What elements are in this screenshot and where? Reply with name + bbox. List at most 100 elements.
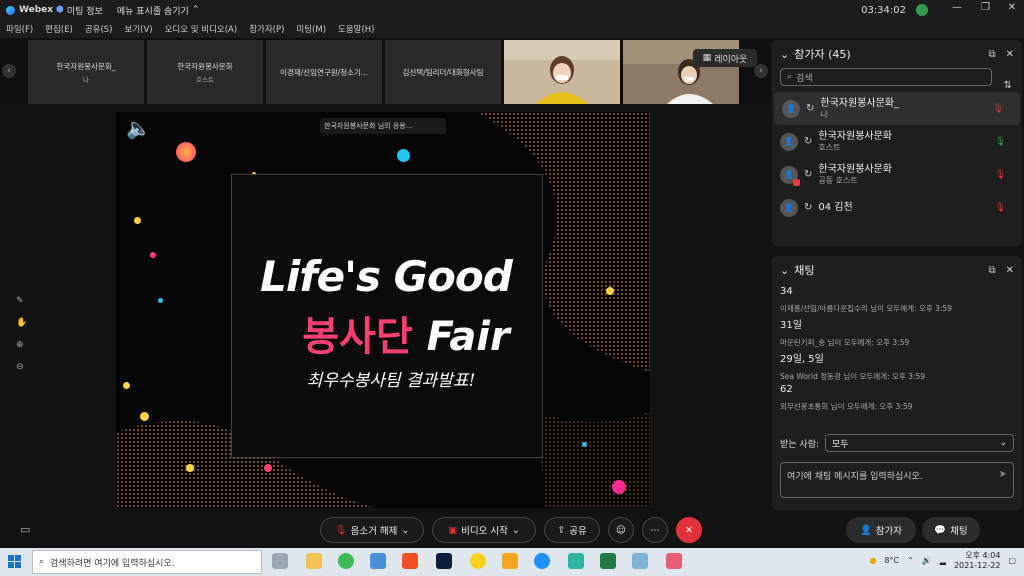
photoshop-icon[interactable] xyxy=(436,553,452,569)
captions-icon[interactable]: ▭ xyxy=(20,523,30,536)
tile-role: 나 xyxy=(83,75,89,84)
popout-icon[interactable]: ⧉ xyxy=(988,265,995,276)
sort-icon[interactable]: ⇅ xyxy=(1004,80,1012,91)
chat-text: 31일 xyxy=(780,320,802,331)
leave-meeting-button[interactable]: ✕ xyxy=(676,517,702,543)
zoom-out-icon[interactable]: ⊖ xyxy=(16,362,27,372)
chrome-icon[interactable] xyxy=(338,553,354,569)
edge-icon[interactable] xyxy=(534,553,550,569)
office-icon[interactable] xyxy=(402,553,418,569)
video-tile[interactable]: 한국자원봉사문화 호스트 xyxy=(147,40,263,104)
chat-messages[interactable]: 34 이재홍/선임/아름다운집수리 님이 모두에게: 오후 3:59 31일 마… xyxy=(772,284,1022,432)
participant-role: 공동 호스트 xyxy=(818,175,858,185)
menu-view[interactable]: 보기(V) xyxy=(125,23,153,35)
taskbar-clock[interactable]: 오후 4:04 2021-12-22 xyxy=(954,551,1001,570)
hide-menu-button[interactable]: 메뉴 표시줄 숨기기 ⌃ xyxy=(117,4,200,17)
layout-grid-icon: ▦ xyxy=(702,53,712,63)
popout-icon[interactable]: ⧉ xyxy=(988,49,995,60)
participant-row[interactable]: 👤 ↻ 한국자원봉사문화_ 나 🎙 xyxy=(774,92,1020,125)
menu-meeting[interactable]: 미팅(M) xyxy=(296,23,326,35)
network-icon[interactable]: ▂ xyxy=(940,556,946,565)
chevron-down-icon: ⌄ xyxy=(511,524,520,536)
share-button[interactable]: ⇪ 공유 xyxy=(544,517,600,543)
menu-edit[interactable]: 편집(E) xyxy=(45,23,73,35)
participant-search-input[interactable]: ⌕ 검색 xyxy=(780,68,992,86)
chat-meta: 이재홍/선임/아름다운집수리 님이 모두에게: 오후 3:59 xyxy=(780,304,952,313)
decor-dot xyxy=(176,142,196,162)
system-tray: ● 8°C ⌃ 🔊 ▂ 오후 4:04 2021-12-22 ▢ xyxy=(869,551,1016,570)
video-tile[interactable]: 김선택/팀리더/대화형사팀 xyxy=(385,40,501,104)
participants-title: 참가자 (45) xyxy=(794,48,851,61)
tile-name: 이경재/선임연구원/청소기... xyxy=(279,67,369,77)
participants-toggle-label: 참가자 xyxy=(875,526,903,537)
decor-dot xyxy=(582,442,587,447)
chevron-up-icon: ⌃ xyxy=(191,5,200,15)
minimize-icon[interactable]: — xyxy=(952,2,962,13)
windows-start-icon[interactable] xyxy=(8,555,22,569)
menu-share[interactable]: 공유(S) xyxy=(85,23,113,35)
layout-button[interactable]: ▦ 레이아웃 xyxy=(693,49,757,67)
hide-menu-label: 메뉴 표시줄 숨기기 xyxy=(116,6,189,17)
recipient-select[interactable]: 모두 ⌄ xyxy=(825,434,1014,452)
chat-message: 마운틴키퍼_송 님이 모두에게: 오후 3:59 29일, 5일 xyxy=(780,337,1014,365)
chat-text: 29일, 5일 xyxy=(780,354,824,365)
video-tile[interactable]: 이경재/선임연구원/청소기... xyxy=(266,40,382,104)
video-tile[interactable]: 한국자원봉사문화_ 나 xyxy=(28,40,144,104)
task-view-icon[interactable] xyxy=(272,553,288,569)
taskbar-search-placeholder: 검색하려면 여기에 입력하십시오. xyxy=(50,558,175,569)
app-icon[interactable] xyxy=(666,553,682,569)
excel-icon[interactable] xyxy=(600,553,616,569)
chat-toggle-button[interactable]: 💬 채팅 xyxy=(922,517,980,543)
video-tile-camera[interactable] xyxy=(504,40,620,104)
more-button[interactable]: ⋯ xyxy=(642,517,668,543)
close-icon[interactable]: ✕ xyxy=(1006,49,1014,60)
chevron-down-icon[interactable]: ⌄ xyxy=(780,264,789,277)
participant-row[interactable]: 👤 ↻ 한국자원봉사문화 호스트 🎙 xyxy=(772,125,1022,158)
slide-title-english: Fair xyxy=(426,314,510,360)
app-icon[interactable] xyxy=(632,553,648,569)
reactions-button[interactable]: ☺ xyxy=(608,517,634,543)
calendar-icon[interactable] xyxy=(370,553,386,569)
menu-audio-video[interactable]: 오디오 및 비디오(A) xyxy=(165,23,238,35)
share-label: 공유 xyxy=(569,526,587,537)
webex-taskbar-icon[interactable] xyxy=(568,553,584,569)
chat-input[interactable]: 여기에 채팅 메시지를 입력하십시오. ➤ xyxy=(780,462,1014,498)
windows-taskbar: ⌕ 검색하려면 여기에 입력하십시오. ● 8°C ⌃ 🔊 ▂ 오후 4:04 … xyxy=(0,548,1024,576)
strip-prev-button[interactable]: ‹ xyxy=(2,64,16,78)
close-icon[interactable]: ✕ xyxy=(1006,265,1014,276)
send-icon[interactable]: ➤ xyxy=(999,469,1007,480)
close-icon[interactable]: ✕ xyxy=(1008,2,1016,13)
mic-muted-icon: 🎙 xyxy=(334,524,347,536)
start-video-button[interactable]: ▣ 비디오 시작 ⌄ xyxy=(432,517,536,543)
annotate-icon[interactable]: ✎ xyxy=(16,296,27,306)
decor-dot xyxy=(123,382,130,389)
tray-chevron-icon[interactable]: ⌃ xyxy=(907,556,914,565)
participant-row[interactable]: 👤 ↻ 04 김천 🎙 xyxy=(772,191,1022,224)
decor-dot xyxy=(186,464,194,472)
chat-message: 외무선봉초통회 님이 모두에게: 오후 3:59 xyxy=(780,401,1014,412)
meeting-info-button[interactable]: ⬢ 미팅 정보 xyxy=(56,4,103,17)
chat-message: 이재홍/선임/아름다운집수리 님이 모두에게: 오후 3:59 31일 xyxy=(780,303,1014,331)
restore-icon[interactable]: ❐ xyxy=(981,2,990,13)
zoom-in-icon[interactable]: ⊕ xyxy=(16,340,27,350)
taskbar-search-input[interactable]: ⌕ 검색하려면 여기에 입력하십시오. xyxy=(32,550,262,574)
menu-help[interactable]: 도움말(H) xyxy=(338,23,374,35)
participant-row[interactable]: 👤 ↻ 한국자원봉사문화 공동 호스트 🎙 xyxy=(772,158,1022,191)
menu-file[interactable]: 파일(F) xyxy=(6,23,33,35)
strip-next-button[interactable]: › xyxy=(754,64,768,78)
sticky-notes-icon[interactable] xyxy=(502,553,518,569)
decor-dot xyxy=(134,217,141,224)
participants-toggle-button[interactable]: 👤 참가자 xyxy=(846,517,916,543)
menu-participants[interactable]: 참가자(P) xyxy=(249,23,284,35)
notification-icon[interactable]: ▢ xyxy=(1008,556,1016,565)
file-explorer-icon[interactable] xyxy=(306,553,322,569)
chevron-down-icon[interactable]: ⌄ xyxy=(780,48,789,61)
hand-icon[interactable]: ✋ xyxy=(16,318,27,328)
kakaotalk-icon[interactable] xyxy=(470,553,486,569)
title-bar: Webex ⬢ 미팅 정보 메뉴 표시줄 숨기기 ⌃ 03:34:02 — ❐ … xyxy=(0,0,1024,20)
unmute-button[interactable]: 🎙 음소거 해제 ⌄ xyxy=(320,517,424,543)
chat-message: 34 xyxy=(780,286,1014,297)
chat-toggle-label: 채팅 xyxy=(950,526,968,537)
volume-icon[interactable]: 🔊 xyxy=(922,556,932,565)
chat-meta: 마운틴키퍼_송 님이 모두에게: 오후 3:59 xyxy=(780,338,910,347)
